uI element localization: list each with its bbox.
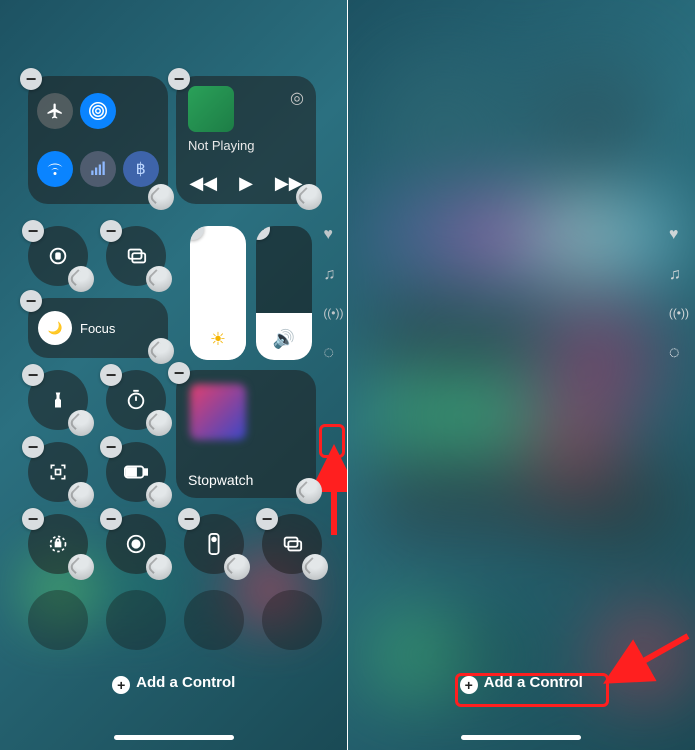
empty-slot[interactable] — [106, 590, 166, 650]
low-power-button[interactable]: − — [106, 442, 166, 502]
remove-badge[interactable]: − — [178, 508, 200, 530]
focus-tile[interactable]: − 🌙 Focus — [28, 298, 168, 358]
brightness-icon: ☀ — [190, 329, 246, 350]
annotation-arrow-left — [322, 460, 348, 530]
tv-remote-button[interactable]: − — [184, 514, 244, 574]
orientation-lock-button[interactable]: − — [28, 226, 88, 286]
airplay-icon[interactable]: ◎ — [290, 88, 304, 108]
media-controls: ◀◀ ▶ ▶▶ — [176, 173, 316, 194]
now-playing-label: Not Playing — [188, 138, 254, 153]
favorites-page-icon[interactable]: ♥ — [323, 226, 343, 244]
control-center-edit-screen: − ฿ − ◎ Not Playing — [0, 0, 348, 750]
connectivity-page-icon[interactable]: ((•)) — [323, 306, 343, 320]
control-center-new-page-screen: ♥ ♫ ((•)) ◌ +Add a Control — [348, 0, 695, 750]
privacy-lock-button[interactable]: − — [28, 514, 88, 574]
empty-slot[interactable] — [262, 590, 322, 650]
ring-page-icon[interactable]: ◌ — [669, 342, 689, 363]
focus-label: Focus — [80, 321, 115, 336]
volume-icon: 🔊 — [256, 329, 312, 350]
connectivity-page-icon[interactable]: ((•)) — [669, 306, 689, 320]
airdrop-icon[interactable] — [80, 93, 116, 129]
rewind-icon[interactable]: ◀◀ — [189, 173, 217, 194]
favorites-page-icon[interactable]: ♥ — [669, 226, 689, 244]
volume-slider[interactable]: − 🔊 — [256, 226, 312, 360]
add-control-button[interactable]: + Add a Control — [0, 674, 348, 694]
remove-badge[interactable]: − — [190, 226, 204, 240]
plus-icon: + — [112, 676, 130, 694]
home-indicator[interactable] — [461, 735, 581, 740]
add-control-label: Add a Control — [136, 674, 235, 691]
brightness-slider[interactable]: − ☀ — [190, 226, 246, 360]
music-page-icon[interactable]: ♫ — [669, 266, 689, 284]
remove-badge[interactable]: − — [100, 220, 122, 242]
code-scanner-button[interactable]: − — [28, 442, 88, 502]
screen-mirroring-button-2[interactable]: − — [262, 514, 322, 574]
stopwatch-label: Stopwatch — [188, 472, 253, 488]
remove-badge[interactable]: − — [22, 220, 44, 242]
remove-badge[interactable]: − — [100, 436, 122, 458]
connectivity-group[interactable]: − ฿ — [28, 76, 168, 204]
stopwatch-preview — [190, 384, 246, 440]
ring-page-icon[interactable]: ◌ — [323, 342, 343, 363]
music-page-icon[interactable]: ♫ — [323, 266, 343, 284]
empty-slot[interactable] — [28, 590, 88, 650]
home-indicator[interactable] — [114, 735, 234, 740]
remove-badge[interactable]: − — [168, 68, 190, 90]
remove-badge[interactable]: − — [256, 508, 278, 530]
remove-badge[interactable]: − — [22, 436, 44, 458]
empty-slot[interactable] — [184, 590, 244, 650]
timer-button[interactable]: − — [106, 370, 166, 430]
bluetooth-icon[interactable]: ฿ — [123, 151, 159, 187]
remove-badge[interactable]: − — [20, 290, 42, 312]
cellular-data-icon[interactable] — [80, 151, 116, 187]
focus-icon: 🌙 — [38, 311, 72, 345]
remove-badge[interactable]: − — [20, 68, 42, 90]
remove-badge[interactable]: − — [168, 362, 190, 384]
airplane-mode-icon[interactable] — [37, 93, 73, 129]
play-icon[interactable]: ▶ — [239, 173, 253, 194]
flashlight-button[interactable]: − — [28, 370, 88, 430]
annotation-highlight-left — [319, 424, 345, 458]
album-art-placeholder — [188, 86, 234, 132]
stopwatch-tile[interactable]: − Stopwatch — [176, 370, 316, 498]
remove-badge[interactable]: − — [22, 364, 44, 386]
annotation-highlight-right — [455, 673, 609, 707]
remove-badge[interactable]: − — [22, 508, 44, 530]
remove-badge[interactable]: − — [256, 226, 270, 240]
annotation-arrow-right — [616, 630, 695, 680]
screen-mirroring-button[interactable]: − — [106, 226, 166, 286]
page-indicator-strip: ♥ ♫ ((•)) ◌ — [669, 226, 689, 363]
media-playback-tile[interactable]: − ◎ Not Playing ◀◀ ▶ ▶▶ — [176, 76, 316, 204]
screen-record-button[interactable]: − — [106, 514, 166, 574]
page-indicator-strip: ♥ ♫ ((•)) ◌ — [323, 226, 343, 363]
remove-badge[interactable]: − — [100, 508, 122, 530]
remove-badge[interactable]: − — [100, 364, 122, 386]
wifi-icon[interactable] — [37, 151, 73, 187]
